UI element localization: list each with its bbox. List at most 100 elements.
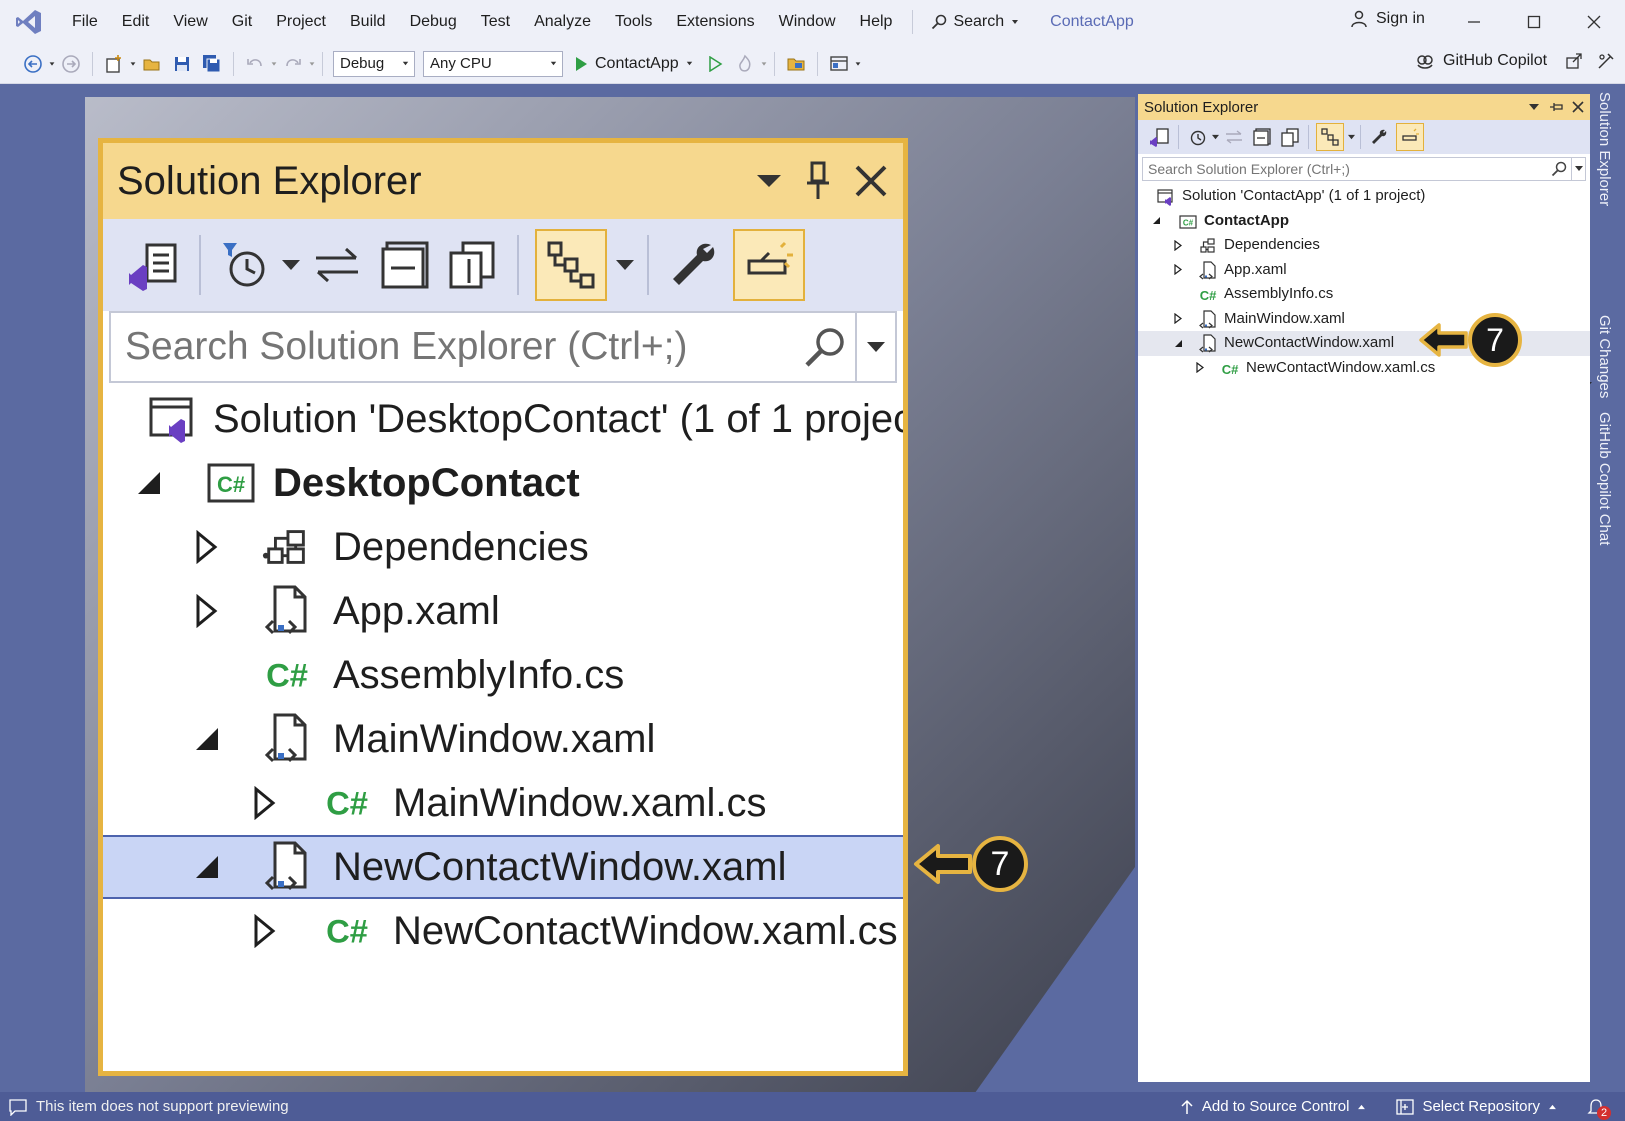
search-options-dropdown[interactable] [1571,158,1585,180]
new-project-button[interactable] [103,53,125,75]
search-box[interactable]: Search [921,13,1030,31]
tree-item-app-xaml[interactable]: App.xaml [103,579,903,643]
collapsed-arrow-icon[interactable] [249,914,281,948]
solution-search-input[interactable] [1143,161,1551,177]
start-without-debugging-button[interactable] [704,53,726,75]
collapsed-arrow-icon[interactable] [249,786,281,820]
chevron-down-icon[interactable] [613,257,637,273]
tree-item-dependencies[interactable]: Dependencies [103,515,903,579]
solution-search-input[interactable] [111,317,795,377]
properties-button[interactable] [665,229,721,301]
start-debugging-button[interactable]: ContactApp [573,55,694,73]
chevron-down-icon[interactable] [270,60,278,68]
share-icon[interactable] [1565,52,1583,70]
expanded-arrow-icon[interactable] [1150,215,1162,227]
show-all-files-button[interactable] [1279,123,1301,151]
properties-button[interactable] [1368,123,1390,151]
menu-window[interactable]: Window [767,13,848,31]
chevron-down-icon[interactable] [48,60,56,68]
tab-solution-explorer[interactable]: Solution Explorer [1596,92,1613,206]
tree-item-newcontactwindow-xaml[interactable]: NewContactWindow.xaml [1138,331,1590,356]
chevron-down-icon[interactable] [308,60,316,68]
save-button[interactable] [171,53,193,75]
solution-configuration-dropdown[interactable]: Debug [333,50,415,77]
tree-item-newcontactwindow-cs[interactable]: C# NewContactWindow.xaml.cs [1138,356,1590,381]
navigate-back-button[interactable] [22,53,44,75]
tree-item-project[interactable]: C# ContactApp [1138,209,1590,234]
expanded-arrow-icon[interactable] [191,723,223,755]
chevron-down-icon[interactable] [1211,134,1220,141]
chevron-down-icon[interactable] [760,60,768,68]
chevron-down-icon[interactable] [279,257,303,273]
window-position-dropdown-icon[interactable] [1528,103,1540,111]
close-icon[interactable] [853,163,889,199]
tree-item-mainwindow-xaml[interactable]: MainWindow.xaml [1138,307,1590,332]
tree-item-newcontactwindow-xaml[interactable]: NewContactWindow.xaml [103,835,903,899]
pending-changes-filter-button[interactable] [217,229,273,301]
chevron-down-icon[interactable] [129,60,137,68]
navigate-forward-button[interactable] [60,53,82,75]
collapse-all-button[interactable] [377,229,433,301]
solution-search-box[interactable] [109,311,897,383]
menu-git[interactable]: Git [220,13,264,31]
collapsed-arrow-icon[interactable] [1172,264,1184,276]
pin-icon[interactable] [803,161,833,201]
menu-debug[interactable]: Debug [398,13,469,31]
search-icon[interactable] [1551,161,1567,177]
tree-item-mainwindow-cs[interactable]: C# MainWindow.xaml.cs [103,771,903,835]
tree-item-app-xaml[interactable]: App.xaml [1138,258,1590,283]
browse-folder-button[interactable] [785,53,807,75]
switch-views-button[interactable] [123,229,183,301]
add-to-source-control-button[interactable]: Add to Source Control [1180,1098,1367,1115]
close-icon[interactable] [1572,101,1584,113]
menu-edit[interactable]: Edit [110,13,162,31]
tree-item-solution[interactable]: Solution 'ContactApp' (1 of 1 project) [1138,184,1590,209]
show-all-files-button[interactable] [445,229,501,301]
undo-button[interactable] [244,53,266,75]
sync-with-active-document-button[interactable] [309,229,365,301]
search-options-dropdown[interactable] [855,313,895,381]
github-copilot-button[interactable]: GitHub Copilot [1415,51,1615,71]
menu-analyze[interactable]: Analyze [522,13,603,31]
preview-button[interactable] [1396,123,1424,151]
solution-platform-dropdown[interactable]: Any CPU [423,50,563,77]
hot-reload-button[interactable] [734,53,756,75]
tree-item-mainwindow-xaml[interactable]: MainWindow.xaml [103,707,903,771]
menu-help[interactable]: Help [848,13,905,31]
menu-extensions[interactable]: Extensions [664,13,766,31]
layout-button[interactable] [828,53,850,75]
chevron-down-icon[interactable] [1347,134,1356,141]
collapsed-arrow-icon[interactable] [1172,239,1184,251]
tab-github-copilot-chat[interactable]: GitHub Copilot Chat [1596,412,1613,545]
tree-item-solution[interactable]: Solution 'DesktopContact' (1 of 1 projec… [103,387,903,451]
minimize-button[interactable] [1460,8,1488,36]
save-all-button[interactable] [201,53,223,75]
pin-icon[interactable] [1549,100,1563,114]
tab-git-changes[interactable]: Git Changes [1596,315,1613,398]
collapsed-arrow-icon[interactable] [191,530,223,564]
tree-item-newcontactwindow-cs[interactable]: C# NewContactWindow.xaml.cs [103,899,903,963]
maximize-button[interactable] [1520,8,1548,36]
sign-in-button[interactable]: Sign in [1350,10,1425,28]
menu-project[interactable]: Project [264,13,338,31]
feedback-icon[interactable] [1597,52,1615,70]
notifications-button[interactable]: 2 [1587,1098,1611,1120]
menu-file[interactable]: File [60,13,110,31]
open-file-button[interactable] [141,53,163,75]
window-position-dropdown-icon[interactable] [755,171,783,191]
collapse-all-button[interactable] [1251,123,1273,151]
preview-selected-items-button[interactable] [535,229,607,301]
switch-views-button[interactable] [1147,123,1171,151]
visual-studio-logo-icon[interactable] [14,7,44,37]
collapsed-arrow-icon[interactable] [1194,362,1206,374]
search-button[interactable] [795,325,855,369]
tree-item-project[interactable]: C# DesktopContact [103,451,903,515]
pending-changes-filter-button[interactable] [1186,123,1208,151]
menu-test[interactable]: Test [469,13,522,31]
menu-tools[interactable]: Tools [603,13,664,31]
preview-selected-items-button[interactable] [1316,123,1344,151]
solution-search-box[interactable] [1142,157,1586,181]
expanded-arrow-icon[interactable] [133,467,165,499]
menu-build[interactable]: Build [338,13,398,31]
tree-item-assemblyinfo[interactable]: C# AssemblyInfo.cs [1138,282,1590,307]
